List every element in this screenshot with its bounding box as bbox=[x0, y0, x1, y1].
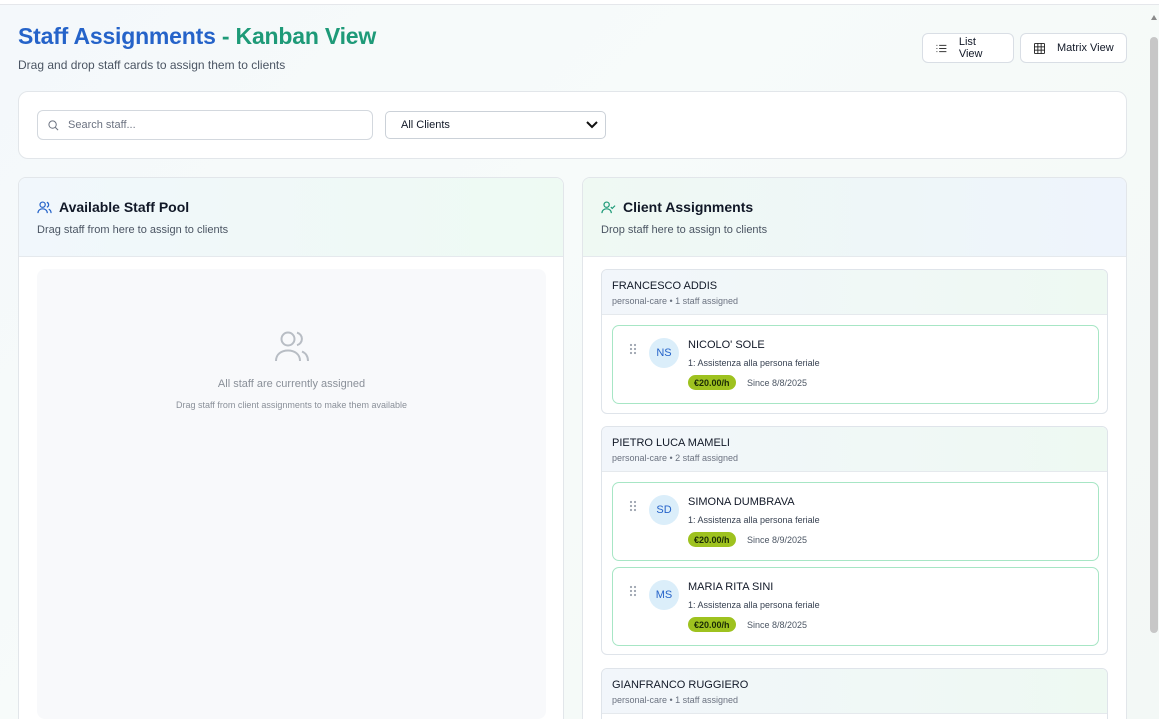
since-date: Since 8/8/2025 bbox=[747, 620, 808, 630]
search-icon bbox=[48, 119, 59, 130]
client-meta: personal-care • 1 staff assigned bbox=[612, 296, 739, 306]
list-view-button[interactable]: List View bbox=[922, 33, 1014, 63]
client-meta: personal-care • 1 staff assigned bbox=[612, 695, 739, 705]
grid-icon bbox=[1034, 42, 1045, 54]
empty-state-title: All staff are currently assigned bbox=[217, 378, 366, 390]
list-icon bbox=[936, 44, 947, 52]
client-header: FRANCESCO ADDIS personal-care • 1 staff … bbox=[602, 270, 1107, 315]
empty-state-subtitle: Drag staff from client assignments to ma… bbox=[176, 400, 407, 410]
staff-pool-dropzone[interactable]: All staff are currently assigned Drag st… bbox=[37, 269, 546, 719]
client-assignments-header: Client Assignments Drop staff here to as… bbox=[583, 178, 1126, 257]
avatar: MS bbox=[649, 580, 679, 610]
client-name: FRANCESCO ADDIS bbox=[612, 280, 718, 292]
staff-pool-subtitle: Drag staff from here to assign to client… bbox=[37, 224, 229, 236]
search-placeholder: Search staff... bbox=[68, 119, 136, 131]
since-date: Since 8/9/2025 bbox=[747, 535, 808, 545]
staff-card[interactable]: NS NICOLO' SOLE 1: Assistenza alla perso… bbox=[612, 325, 1099, 404]
client-assignments-title: Client Assignments bbox=[623, 199, 754, 215]
rate-badge: €20.00/h bbox=[688, 617, 736, 632]
search-input[interactable]: Search staff... bbox=[37, 110, 373, 140]
avatar: SD bbox=[649, 495, 679, 525]
chevron-down-icon bbox=[586, 121, 598, 129]
client-filter-value: All Clients bbox=[401, 119, 450, 131]
page-title-view: Kanban View bbox=[235, 23, 377, 49]
client-card[interactable]: FRANCESCO ADDIS personal-care • 1 staff … bbox=[601, 269, 1108, 414]
rate-badge: €20.00/h bbox=[688, 532, 736, 547]
staff-card[interactable]: SD SIMONA DUMBRAVA 1: Assistenza alla pe… bbox=[612, 482, 1099, 561]
client-card[interactable]: PIETRO LUCA MAMELI personal-care • 2 sta… bbox=[601, 426, 1108, 655]
page-title-main: Staff Assignments bbox=[18, 23, 216, 49]
drag-handle-icon[interactable] bbox=[629, 500, 637, 512]
staff-name: NICOLO' SOLE bbox=[688, 339, 765, 351]
staff-role: 1: Assistenza alla persona feriale bbox=[688, 358, 820, 368]
client-name: PIETRO LUCA MAMELI bbox=[612, 437, 730, 449]
client-name: GIANFRANCO RUGGIERO bbox=[612, 679, 749, 691]
client-card[interactable]: GIANFRANCO RUGGIERO personal-care • 1 st… bbox=[601, 668, 1108, 719]
filter-bar: Search staff... All Clients bbox=[18, 91, 1127, 159]
page-scrollbar[interactable] bbox=[1149, 5, 1159, 719]
page-title-separator: - bbox=[221, 23, 230, 49]
drag-handle-icon[interactable] bbox=[629, 343, 637, 355]
client-header: GIANFRANCO RUGGIERO personal-care • 1 st… bbox=[602, 669, 1107, 714]
scrollbar-thumb[interactable] bbox=[1150, 37, 1158, 633]
staff-role: 1: Assistenza alla persona feriale bbox=[688, 515, 820, 525]
client-filter-select[interactable]: All Clients bbox=[385, 111, 606, 139]
list-view-label: List View bbox=[958, 36, 983, 60]
client-assignments-subtitle: Drop staff here to assign to clients bbox=[601, 224, 768, 236]
staff-name: MARIA RITA SINI bbox=[688, 581, 774, 593]
matrix-view-button[interactable]: Matrix View bbox=[1020, 33, 1127, 63]
page-title: Staff Assignments - Kanban View bbox=[18, 22, 376, 50]
client-header: PIETRO LUCA MAMELI personal-care • 2 sta… bbox=[602, 427, 1107, 472]
scroll-up-arrow-icon[interactable] bbox=[1151, 15, 1157, 20]
staff-role: 1: Assistenza alla persona feriale bbox=[688, 600, 820, 610]
avatar: NS bbox=[649, 338, 679, 368]
client-meta: personal-care • 2 staff assigned bbox=[612, 453, 739, 463]
users-empty-icon bbox=[274, 331, 309, 362]
matrix-view-label: Matrix View bbox=[1057, 42, 1114, 54]
client-assignments-panel: Client Assignments Drop staff here to as… bbox=[582, 177, 1127, 719]
page-subtitle: Drag and drop staff cards to assign them… bbox=[18, 58, 286, 72]
since-date: Since 8/8/2025 bbox=[747, 378, 808, 388]
rate-badge: €20.00/h bbox=[688, 375, 736, 390]
user-check-icon bbox=[601, 200, 616, 213]
page-header: Staff Assignments - Kanban View Drag and… bbox=[18, 22, 376, 72]
drag-handle-icon[interactable] bbox=[629, 585, 637, 597]
staff-pool-title: Available Staff Pool bbox=[59, 199, 190, 215]
staff-pool-header: Available Staff Pool Drag staff from her… bbox=[19, 178, 563, 257]
users-icon bbox=[37, 200, 52, 213]
staff-name: SIMONA DUMBRAVA bbox=[688, 496, 795, 508]
client-list[interactable]: FRANCESCO ADDIS personal-care • 1 staff … bbox=[601, 269, 1109, 719]
staff-pool-panel: Available Staff Pool Drag staff from her… bbox=[18, 177, 564, 719]
staff-card[interactable]: MS MARIA RITA SINI 1: Assistenza alla pe… bbox=[612, 567, 1099, 646]
window-top-edge bbox=[0, 0, 1159, 5]
